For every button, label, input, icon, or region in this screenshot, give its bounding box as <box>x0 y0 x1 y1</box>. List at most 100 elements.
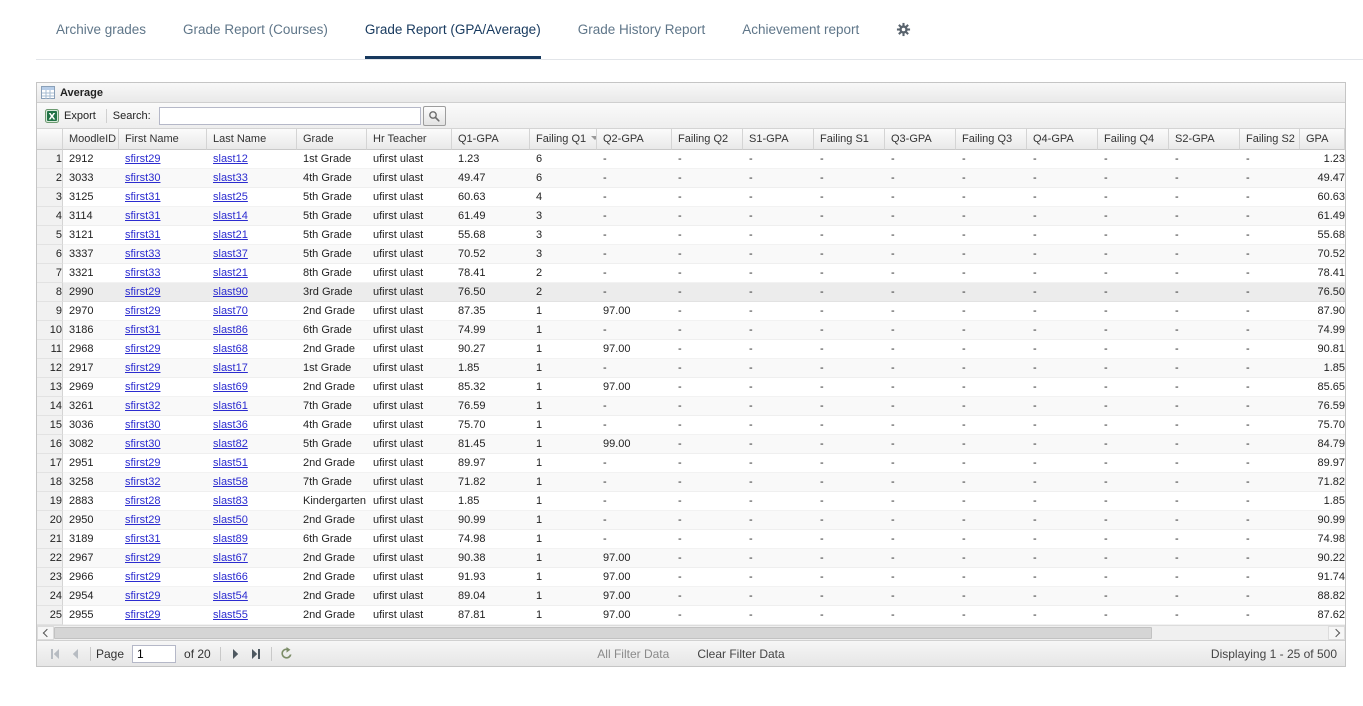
first-name-link[interactable]: sfirst30 <box>125 438 160 450</box>
last-name-link[interactable]: slast82 <box>213 438 248 450</box>
last-name-link[interactable]: slast68 <box>213 343 248 355</box>
table-row[interactable]: 192883sfirst28slast83Kindergartenufirst … <box>37 492 1345 511</box>
column-header-failing-q1[interactable]: Failing Q1 <box>530 129 597 150</box>
column-header-q1-gpa[interactable]: Q1-GPA <box>452 129 530 150</box>
column-header-s2-gpa[interactable]: S2-GPA <box>1169 129 1240 150</box>
last-name-link[interactable]: slast33 <box>213 172 248 184</box>
first-name-link[interactable]: sfirst29 <box>125 362 160 374</box>
tab-grade-history-report[interactable]: Grade History Report <box>578 0 706 59</box>
table-row[interactable]: 92970sfirst29slast702nd Gradeufirst ulas… <box>37 302 1345 321</box>
last-name-link[interactable]: slast66 <box>213 571 248 583</box>
tab-grade-report-gpa-average[interactable]: Grade Report (GPA/Average) <box>365 0 541 59</box>
first-name-link[interactable]: sfirst30 <box>125 172 160 184</box>
last-name-link[interactable]: slast89 <box>213 533 248 545</box>
column-header-failing-q3[interactable]: Failing Q3 <box>956 129 1027 150</box>
last-name-link[interactable]: slast83 <box>213 495 248 507</box>
tab-achievement-report[interactable]: Achievement report <box>742 0 859 59</box>
tab-archive-grades[interactable]: Archive grades <box>56 0 146 59</box>
scrollbar-thumb[interactable] <box>54 627 1152 639</box>
first-name-link[interactable]: sfirst29 <box>125 571 160 583</box>
search-button[interactable] <box>423 106 446 126</box>
table-row[interactable]: 73321sfirst33slast218th Gradeufirst ulas… <box>37 264 1345 283</box>
table-row[interactable]: 242954sfirst29slast542nd Gradeufirst ula… <box>37 587 1345 606</box>
table-row[interactable]: 43114sfirst31slast145th Gradeufirst ulas… <box>37 207 1345 226</box>
first-name-link[interactable]: sfirst32 <box>125 476 160 488</box>
first-name-link[interactable]: sfirst31 <box>125 324 160 336</box>
scroll-right-button[interactable] <box>1328 626 1345 640</box>
column-header-failing-q4[interactable]: Failing Q4 <box>1098 129 1169 150</box>
table-row[interactable]: 252955sfirst29slast552nd Gradeufirst ula… <box>37 606 1345 625</box>
last-name-link[interactable]: slast58 <box>213 476 248 488</box>
last-name-link[interactable]: slast61 <box>213 400 248 412</box>
table-row[interactable]: 222967sfirst29slast672nd Gradeufirst ula… <box>37 549 1345 568</box>
last-name-link[interactable]: slast67 <box>213 552 248 564</box>
column-header-q3-gpa[interactable]: Q3-GPA <box>885 129 956 150</box>
last-name-link[interactable]: slast86 <box>213 324 248 336</box>
last-name-link[interactable]: slast50 <box>213 514 248 526</box>
table-row[interactable]: 23033sfirst30slast334th Gradeufirst ulas… <box>37 169 1345 188</box>
last-name-link[interactable]: slast14 <box>213 210 248 222</box>
first-name-link[interactable]: sfirst29 <box>125 381 160 393</box>
first-name-link[interactable]: sfirst29 <box>125 552 160 564</box>
search-input[interactable] <box>159 107 421 125</box>
last-name-link[interactable]: slast36 <box>213 419 248 431</box>
first-name-link[interactable]: sfirst33 <box>125 248 160 260</box>
last-name-link[interactable]: slast37 <box>213 248 248 260</box>
column-header-grade[interactable]: Grade <box>297 129 367 150</box>
column-header-failing-s2[interactable]: Failing S2 <box>1240 129 1300 150</box>
first-page-button[interactable] <box>45 644 65 664</box>
table-row[interactable]: 33125sfirst31slast255th Gradeufirst ulas… <box>37 188 1345 207</box>
last-name-link[interactable]: slast70 <box>213 305 248 317</box>
first-name-link[interactable]: sfirst30 <box>125 419 160 431</box>
last-name-link[interactable]: slast21 <box>213 267 248 279</box>
column-header-last-name[interactable]: Last Name <box>207 129 297 150</box>
column-header-s1-gpa[interactable]: S1-GPA <box>743 129 814 150</box>
horizontal-scrollbar[interactable] <box>37 625 1345 640</box>
table-row[interactable]: 132969sfirst29slast692nd Gradeufirst ula… <box>37 378 1345 397</box>
export-button[interactable]: X Export <box>41 107 100 125</box>
column-header-hr-teacher[interactable]: Hr Teacher <box>367 129 452 150</box>
last-name-link[interactable]: slast17 <box>213 362 248 374</box>
clear-filter-data-link[interactable]: Clear Filter Data <box>697 647 784 661</box>
first-name-link[interactable]: sfirst31 <box>125 533 160 545</box>
last-name-link[interactable]: slast12 <box>213 153 248 165</box>
table-row[interactable]: 153036sfirst30slast364th Gradeufirst ula… <box>37 416 1345 435</box>
first-name-link[interactable]: sfirst29 <box>125 153 160 165</box>
first-name-link[interactable]: sfirst33 <box>125 267 160 279</box>
first-name-link[interactable]: sfirst32 <box>125 400 160 412</box>
first-name-link[interactable]: sfirst29 <box>125 514 160 526</box>
next-page-button[interactable] <box>226 644 246 664</box>
table-row[interactable]: 183258sfirst32slast587th Gradeufirst ula… <box>37 473 1345 492</box>
column-header-failing-q2[interactable]: Failing Q2 <box>672 129 743 150</box>
table-row[interactable]: 53121sfirst31slast215th Gradeufirst ulas… <box>37 226 1345 245</box>
table-row[interactable]: 12912sfirst29slast121st Gradeufirst ulas… <box>37 150 1345 169</box>
table-row[interactable]: 63337sfirst33slast375th Gradeufirst ulas… <box>37 245 1345 264</box>
table-row[interactable]: 163082sfirst30slast825th Gradeufirst ula… <box>37 435 1345 454</box>
refresh-button[interactable] <box>277 644 297 664</box>
table-row[interactable]: 112968sfirst29slast682nd Gradeufirst ula… <box>37 340 1345 359</box>
table-row[interactable]: 172951sfirst29slast512nd Gradeufirst ula… <box>37 454 1345 473</box>
table-row[interactable]: 82990sfirst29slast903rd Gradeufirst ulas… <box>37 283 1345 302</box>
tabs-settings-button[interactable] <box>896 0 911 59</box>
all-filter-data-link[interactable]: All Filter Data <box>597 647 669 661</box>
table-row[interactable]: 103186sfirst31slast866th Gradeufirst ula… <box>37 321 1345 340</box>
first-name-link[interactable]: sfirst29 <box>125 590 160 602</box>
page-number-input[interactable] <box>132 645 176 663</box>
first-name-link[interactable]: sfirst28 <box>125 495 160 507</box>
table-row[interactable]: 202950sfirst29slast502nd Gradeufirst ula… <box>37 511 1345 530</box>
column-header-moodle-id[interactable]: MoodleID <box>63 129 119 150</box>
last-name-link[interactable]: slast25 <box>213 191 248 203</box>
first-name-link[interactable]: sfirst31 <box>125 210 160 222</box>
last-name-link[interactable]: slast55 <box>213 609 248 621</box>
last-name-link[interactable]: slast51 <box>213 457 248 469</box>
last-page-button[interactable] <box>246 644 266 664</box>
column-header-failing-s1[interactable]: Failing S1 <box>814 129 885 150</box>
column-header-q2-gpa[interactable]: Q2-GPA <box>597 129 672 150</box>
scroll-left-button[interactable] <box>37 626 54 640</box>
last-name-link[interactable]: slast90 <box>213 286 248 298</box>
column-header-gpa[interactable]: GPA <box>1300 129 1345 150</box>
first-name-link[interactable]: sfirst29 <box>125 343 160 355</box>
first-name-link[interactable]: sfirst31 <box>125 229 160 241</box>
table-row[interactable]: 213189sfirst31slast896th Gradeufirst ula… <box>37 530 1345 549</box>
first-name-link[interactable]: sfirst29 <box>125 286 160 298</box>
